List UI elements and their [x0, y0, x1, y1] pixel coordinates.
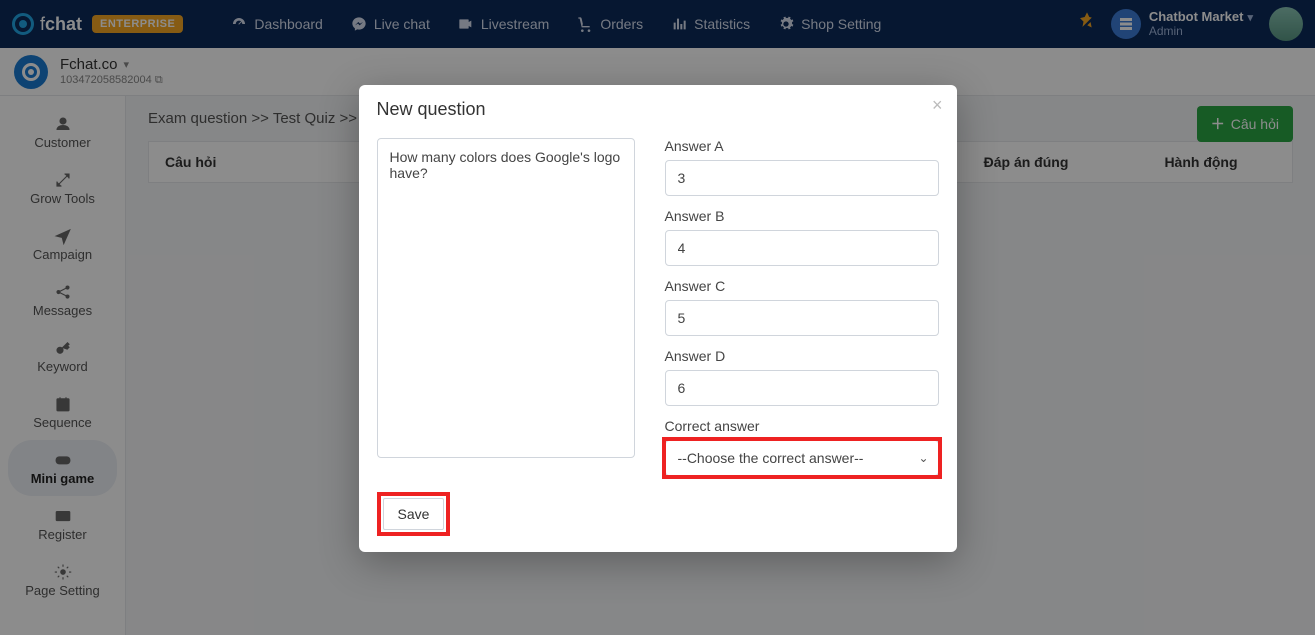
correct-answer-select[interactable]: --Choose the correct answer-- — [665, 440, 939, 476]
modal-overlay[interactable]: New question × Answer A Answer B Answer … — [0, 0, 1315, 635]
save-highlight: Save — [377, 492, 451, 536]
answer-b-input[interactable] — [665, 230, 939, 266]
answer-b-label: Answer B — [665, 208, 939, 224]
question-textarea[interactable] — [377, 138, 635, 458]
answer-c-label: Answer C — [665, 278, 939, 294]
answer-d-input[interactable] — [665, 370, 939, 406]
answer-c-input[interactable] — [665, 300, 939, 336]
correct-answer-highlight: --Choose the correct answer-- ⌄ — [665, 440, 939, 476]
save-button[interactable]: Save — [383, 498, 445, 530]
new-question-modal: New question × Answer A Answer B Answer … — [359, 85, 957, 552]
answer-a-input[interactable] — [665, 160, 939, 196]
modal-close-button[interactable]: × — [932, 95, 943, 116]
answer-d-label: Answer D — [665, 348, 939, 364]
modal-title: New question — [377, 99, 486, 120]
answer-a-label: Answer A — [665, 138, 939, 154]
correct-answer-label: Correct answer — [665, 418, 939, 434]
